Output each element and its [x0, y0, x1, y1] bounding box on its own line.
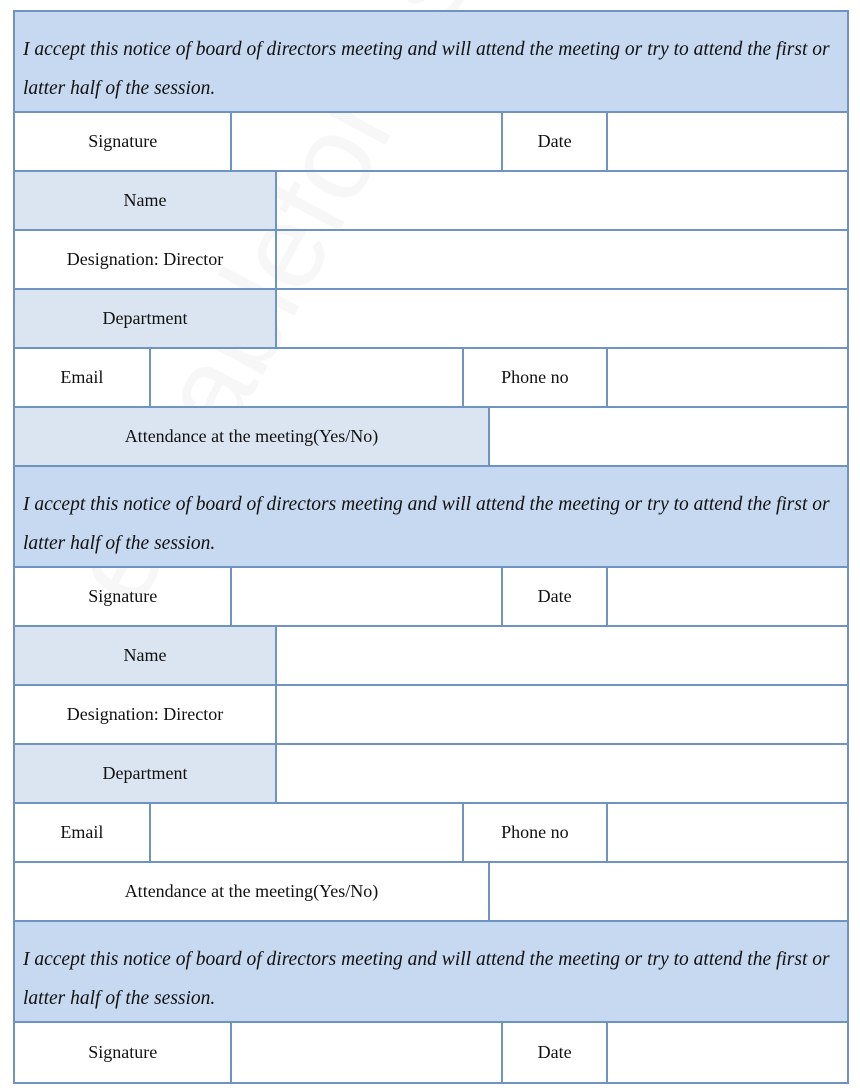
signature-row: Signature Date — [15, 1023, 847, 1082]
signature-label: Signature — [15, 113, 233, 170]
designation-label: Designation: Director — [15, 686, 277, 743]
email-label: Email — [15, 804, 151, 861]
signature-field[interactable] — [232, 1023, 504, 1082]
email-field[interactable] — [150, 349, 464, 406]
designation-label: Designation: Director — [15, 231, 277, 288]
signature-field[interactable] — [232, 568, 504, 625]
designation-field[interactable] — [277, 231, 847, 288]
attendance-label: Attendance at the meeting(Yes/No) — [15, 863, 490, 920]
department-label: Department — [15, 745, 277, 802]
name-field[interactable] — [277, 627, 847, 684]
designation-row: Designation: Director — [15, 686, 847, 745]
name-label: Name — [15, 172, 277, 229]
acceptance-statement: I accept this notice of board of directo… — [15, 922, 847, 1023]
name-row: Name — [15, 172, 847, 231]
signature-label: Signature — [15, 568, 233, 625]
date-label: Date — [503, 1023, 608, 1082]
name-row: Name — [15, 627, 847, 686]
attendance-acceptance-form: I accept this notice of board of directo… — [13, 10, 849, 1084]
signature-label: Signature — [15, 1023, 233, 1082]
date-label: Date — [503, 568, 608, 625]
phone-field[interactable] — [608, 804, 847, 861]
department-field[interactable] — [277, 290, 847, 347]
attendance-row: Attendance at the meeting(Yes/No) — [15, 408, 847, 467]
date-label: Date — [503, 113, 608, 170]
email-field[interactable] — [150, 804, 464, 861]
contact-row: Email Phone no — [15, 804, 847, 863]
department-row: Department — [15, 290, 847, 349]
acceptance-statement: I accept this notice of board of directo… — [15, 12, 847, 113]
attendance-label: Attendance at the meeting(Yes/No) — [15, 408, 490, 465]
department-field[interactable] — [277, 745, 847, 802]
name-label: Name — [15, 627, 277, 684]
acceptance-statement: I accept this notice of board of directo… — [15, 467, 847, 568]
phone-label: Phone no — [464, 349, 608, 406]
signature-row: Signature Date — [15, 113, 847, 172]
email-label: Email — [15, 349, 151, 406]
phone-field[interactable] — [608, 349, 847, 406]
signature-row: Signature Date — [15, 568, 847, 627]
signature-field[interactable] — [232, 113, 504, 170]
department-label: Department — [15, 290, 277, 347]
contact-row: Email Phone no — [15, 349, 847, 408]
designation-field[interactable] — [277, 686, 847, 743]
attendance-field[interactable] — [490, 863, 847, 920]
phone-label: Phone no — [464, 804, 608, 861]
designation-row: Designation: Director — [15, 231, 847, 290]
attendance-field[interactable] — [490, 408, 847, 465]
name-field[interactable] — [277, 172, 847, 229]
date-field[interactable] — [608, 113, 847, 170]
date-field[interactable] — [608, 1023, 847, 1082]
department-row: Department — [15, 745, 847, 804]
date-field[interactable] — [608, 568, 847, 625]
attendance-row: Attendance at the meeting(Yes/No) — [15, 863, 847, 922]
